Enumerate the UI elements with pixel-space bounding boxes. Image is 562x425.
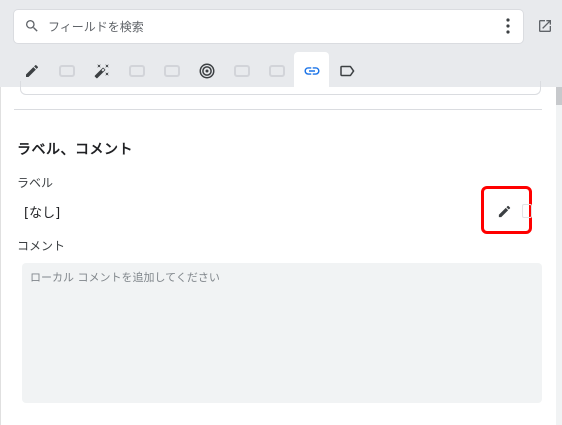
label-value: [なし]	[24, 206, 61, 221]
section-divider	[14, 109, 542, 110]
section-title: ラベル、コメント	[17, 142, 133, 158]
search-input[interactable]	[48, 14, 468, 39]
disabled-icon	[268, 64, 285, 77]
disabled-icon	[58, 64, 75, 77]
label-heading: ラベル	[17, 176, 54, 190]
magic-wand-icon	[94, 63, 109, 78]
disabled-icon	[128, 64, 145, 77]
search-icon	[26, 20, 38, 32]
panel-border	[0, 87, 1, 425]
scrollbar[interactable]	[556, 87, 562, 425]
top-toolbar	[0, 0, 562, 87]
target-icon	[199, 63, 214, 78]
pencil-icon	[25, 64, 38, 77]
scrollbar-thumb[interactable]	[556, 87, 562, 105]
disabled-icon	[163, 64, 180, 77]
edit-label-button[interactable]	[494, 201, 514, 221]
label-tag-icon	[339, 65, 354, 76]
previous-card-bottom	[20, 81, 541, 95]
comment-heading: コメント	[17, 239, 66, 253]
link-icon	[304, 66, 319, 75]
main-content: ラベル、コメント ラベル [なし] コメント	[0, 81, 562, 425]
more-options-icon[interactable]	[501, 17, 515, 35]
disabled-icon	[233, 64, 250, 77]
search-bar	[14, 10, 523, 43]
delete-label-button[interactable]	[522, 204, 532, 218]
open-in-new-icon[interactable]	[537, 18, 553, 34]
comment-textarea[interactable]	[22, 263, 542, 403]
field-panel: ラベル、コメント ラベル [なし] コメント	[0, 0, 562, 425]
pencil-icon	[498, 205, 510, 217]
